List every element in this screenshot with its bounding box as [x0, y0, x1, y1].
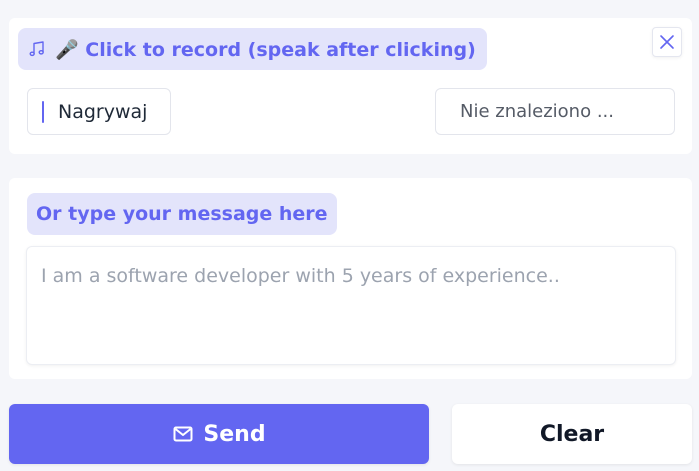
- status-indicator-bar: [42, 100, 44, 123]
- clear-label: Clear: [539, 421, 605, 447]
- music-note-icon: [27, 39, 47, 59]
- send-button[interactable]: Send: [9, 404, 429, 464]
- close-icon: [660, 35, 674, 49]
- type-message-heading: Or type your message here: [27, 193, 337, 235]
- type-panel: Or type your message here: [9, 178, 692, 379]
- record-status: Nagrywaj: [27, 88, 171, 135]
- type-message-label: Or type your message here: [36, 203, 328, 225]
- send-label: Send: [203, 421, 266, 447]
- record-button[interactable]: 🎤 Click to record (speak after clicking): [18, 28, 487, 70]
- message-input[interactable]: [26, 246, 676, 365]
- clear-button[interactable]: Clear: [452, 404, 692, 464]
- microphone-device-select[interactable]: Nie znaleziono ...: [435, 88, 675, 135]
- device-select-value: Nie znaleziono ...: [460, 101, 614, 122]
- close-button[interactable]: [652, 27, 682, 57]
- record-label: 🎤 Click to record (speak after clicking): [55, 38, 476, 61]
- mail-icon: [172, 423, 194, 445]
- record-status-text: Nagrywaj: [58, 100, 148, 123]
- record-panel: 🎤 Click to record (speak after clicking)…: [9, 18, 692, 154]
